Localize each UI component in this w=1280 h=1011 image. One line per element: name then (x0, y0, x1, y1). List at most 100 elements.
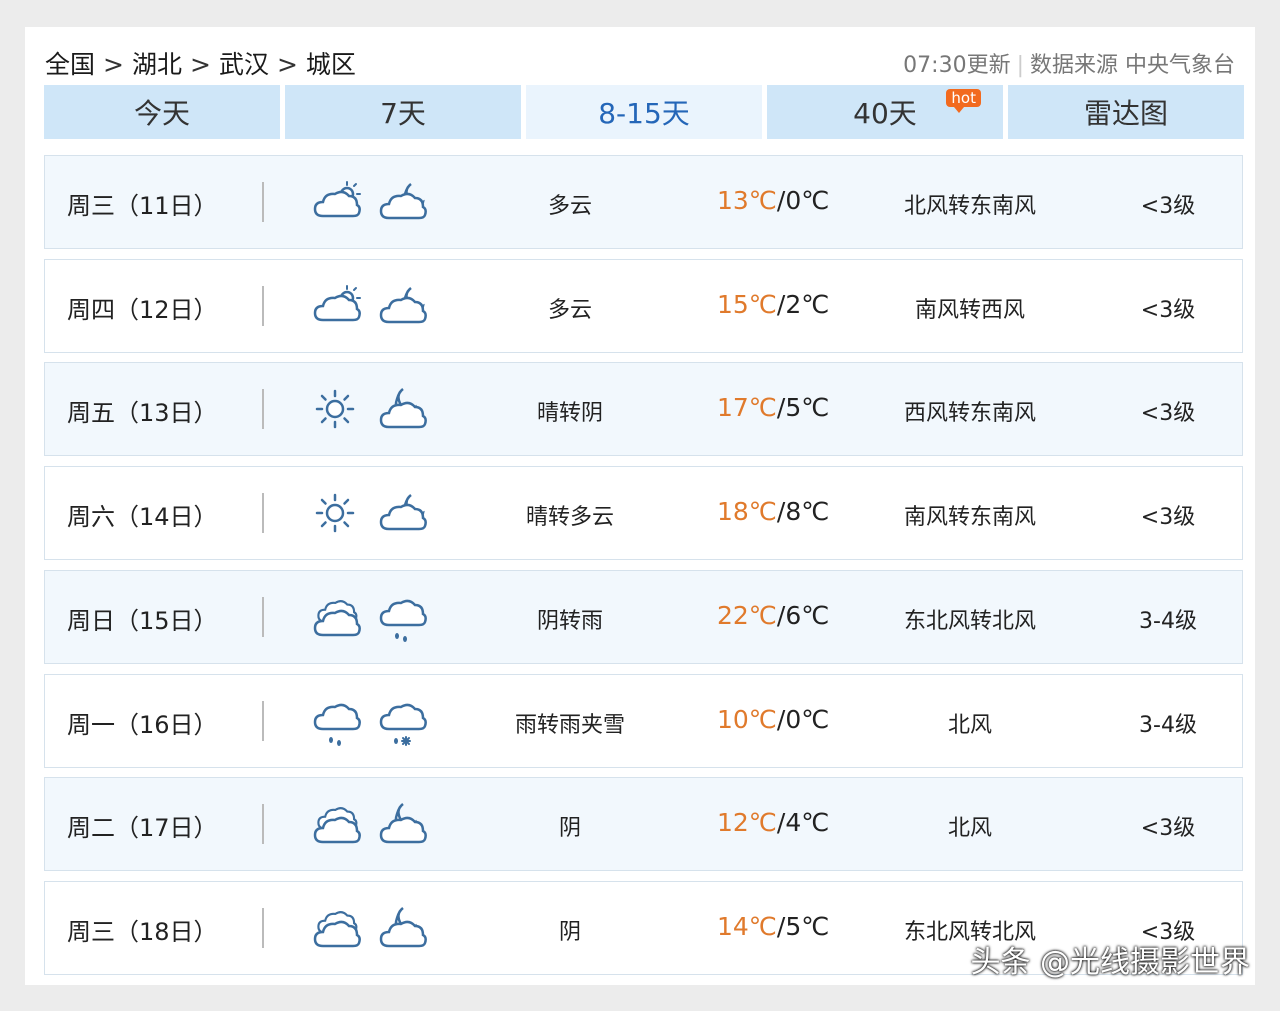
forecast-day: 周五（13日） (67, 399, 218, 427)
row-divider (262, 286, 264, 326)
wind-level: <3级 (1140, 505, 1196, 530)
top-bar: 全国 > 湖北 > 武汉 > 城区 07:30更新 | 数据来源 中央气象台 (45, 41, 1235, 81)
breadcrumb-district: 城区 (305, 50, 356, 79)
low-temp: 5℃ (785, 912, 830, 941)
overcast-icon (313, 807, 361, 844)
tab-label: 雷达图 (1083, 97, 1168, 130)
high-temp: 17℃ (717, 393, 777, 422)
wind-level: 3-4级 (1139, 609, 1197, 634)
breadcrumb-separator: > (189, 50, 211, 79)
wind-direction: 南风转西风 (914, 298, 1025, 323)
breadcrumb-city[interactable]: 武汉 (219, 50, 269, 79)
wind-direction: 西风转东南风 (903, 401, 1036, 426)
temperature-range: 10℃/0℃ (717, 705, 829, 734)
temperature-range: 14℃/5℃ (717, 912, 829, 941)
row-divider (262, 804, 264, 844)
overcast-night-icon (379, 388, 427, 429)
cloudy-night-icon (379, 183, 427, 220)
tab-label: 今天 (133, 97, 190, 130)
row-divider (262, 182, 264, 222)
tab-8-15-days[interactable]: 8-15天 (526, 85, 762, 139)
update-time: 07:30更新 (903, 53, 1011, 78)
temperature-range: 13℃/0℃ (717, 186, 829, 215)
forecast-row: 周五（13日） 晴转阴 17℃/5℃ 西风转东南风 <3级 (44, 362, 1243, 456)
tab-7-days[interactable]: 7天 (285, 85, 521, 139)
tab-40-days[interactable]: 40天 hot (767, 85, 1003, 139)
forecast-day: 周四（12日） (67, 296, 218, 324)
breadcrumb-separator: > (103, 50, 124, 79)
temperature-range: 15℃/2℃ (717, 290, 829, 319)
high-temp: 12℃ (717, 808, 777, 837)
overcast-night-icon (379, 907, 427, 948)
wind-direction: 北风转东南风 (903, 194, 1036, 219)
rain-icon (379, 599, 427, 642)
tab-radar[interactable]: 雷达图 (1008, 85, 1244, 139)
weather-description: 阴转雨 (536, 609, 603, 634)
wind-direction: 北风 (947, 816, 992, 841)
cloudy-night-icon (379, 287, 427, 324)
tab-label: 8-15天 (598, 97, 690, 130)
forecast-day: 周二（17日） (67, 814, 218, 842)
forecast-row: 周日（15日） 阴转雨 22℃/6℃ 东北风转北风 3-4级 (44, 570, 1243, 664)
high-temp: 18℃ (717, 497, 777, 526)
sleet-icon (379, 703, 427, 746)
wind-level: <3级 (1140, 401, 1196, 426)
temperature-range: 12℃/4℃ (717, 808, 829, 837)
forecast-day: 周三（11日） (67, 192, 218, 220)
breadcrumb-province[interactable]: 湖北 (132, 50, 182, 79)
forecast-tabs: 今天 7天 8-15天 40天 hot 雷达图 (44, 85, 1244, 139)
forecast-day: 周六（14日） (67, 503, 218, 531)
wind-level: <3级 (1140, 194, 1196, 219)
rain-icon (313, 703, 361, 746)
weather-description: 阴 (558, 920, 581, 945)
breadcrumb-separator: > (276, 50, 298, 79)
row-divider (262, 389, 264, 429)
high-temp: 15℃ (717, 290, 777, 319)
overcast-night-icon (379, 803, 427, 844)
partly-cloudy-day-icon (313, 285, 361, 322)
weather-description: 晴转多云 (525, 505, 614, 530)
weather-icons (311, 595, 431, 642)
forecast-day: 周三（18日） (67, 918, 218, 946)
wind-level: <3级 (1140, 816, 1196, 841)
breadcrumb-country[interactable]: 全国 (45, 50, 95, 79)
high-temp: 14℃ (717, 912, 777, 941)
low-temp: 4℃ (785, 808, 830, 837)
temperature-range: 17℃/5℃ (717, 393, 829, 422)
partly-cloudy-day-icon (313, 181, 361, 218)
weather-description: 阴 (558, 816, 581, 841)
weather-card: 全国 > 湖北 > 武汉 > 城区 07:30更新 | 数据来源 中央气象台 今天 7天 8-1… (25, 27, 1255, 985)
overcast-icon (313, 600, 361, 637)
weather-icons (311, 906, 431, 952)
cloudy-night-icon (379, 494, 427, 531)
weather-icons (311, 284, 431, 330)
wind-level: 3-4级 (1139, 713, 1197, 738)
low-temp: 6℃ (785, 601, 830, 630)
low-temp: 0℃ (785, 186, 830, 215)
weather-icons (311, 699, 431, 746)
row-divider (262, 701, 264, 741)
temperature-range: 22℃/6℃ (717, 601, 829, 630)
sunny-icon (315, 389, 355, 429)
weather-icons (311, 802, 431, 848)
weather-description: 多云 (547, 298, 592, 323)
tab-today[interactable]: 今天 (44, 85, 280, 139)
high-temp: 22℃ (717, 601, 777, 630)
forecast-day: 周日（15日） (67, 607, 218, 635)
weather-icons (311, 387, 431, 433)
wind-direction: 东北风转北风 (903, 609, 1036, 634)
watermark: 头条 @光线摄影世界 (970, 945, 1250, 980)
low-temp: 2℃ (785, 290, 830, 319)
overcast-icon (313, 911, 361, 948)
row-divider (262, 493, 264, 533)
forecast-day: 周一（16日） (67, 711, 218, 739)
forecast-row: 周二（17日） 阴 12℃/4℃ 北风 <3级 (44, 777, 1243, 871)
update-meta: 07:30更新 | 数据来源 中央气象台 (903, 47, 1235, 79)
weather-description: 晴转阴 (536, 401, 603, 426)
forecast-row: 周三（11日） 多云 13℃/0℃ 北风转东南风 <3级 (44, 155, 1243, 249)
row-divider (262, 597, 264, 637)
low-temp: 0℃ (785, 705, 830, 734)
tab-label: 40天 (853, 97, 917, 130)
wind-direction: 南风转东南风 (903, 505, 1036, 530)
low-temp: 5℃ (785, 393, 830, 422)
